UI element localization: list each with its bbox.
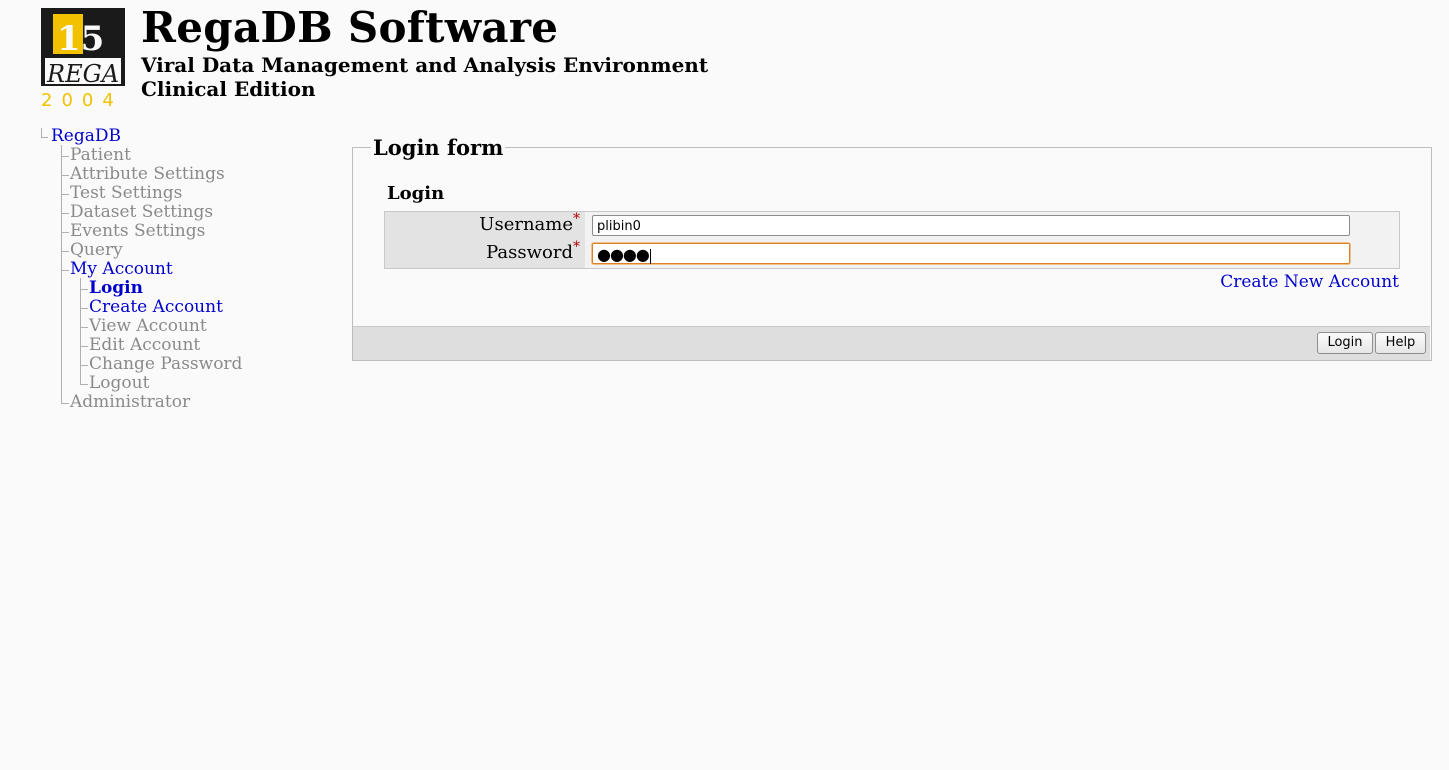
nav-logout: Logout — [89, 373, 150, 393]
nav-attribute-settings: Attribute Settings — [70, 164, 225, 184]
username-field[interactable]: plibin0 — [592, 215, 1350, 236]
nav-test-settings: Test Settings — [70, 183, 183, 203]
nav-create-account[interactable]: Create Account — [89, 298, 223, 317]
username-label: Username* — [479, 211, 580, 235]
nav-regadb[interactable]: RegaDB — [51, 127, 121, 146]
tree-connector — [80, 278, 81, 385]
tree-connector — [61, 403, 69, 404]
logo-year: 2004 — [41, 90, 123, 110]
password-label-text: Password — [486, 242, 573, 263]
password-label: Password* — [486, 239, 580, 263]
nav-dataset-settings: Dataset Settings — [70, 202, 214, 222]
tree-connector — [61, 251, 69, 252]
tree-connector — [61, 194, 69, 195]
password-masked-value: ●●●● — [597, 245, 650, 264]
password-field[interactable]: ●●●● — [592, 243, 1350, 264]
tree-connector — [61, 213, 69, 214]
nav-my-account[interactable]: My Account — [70, 260, 173, 279]
login-button[interactable]: Login — [1317, 332, 1373, 354]
tree-connector — [61, 270, 69, 271]
app-subtitle: Viral Data Management and Analysis Envir… — [141, 53, 709, 77]
logo-text: REGA — [46, 60, 119, 88]
tree-connector — [80, 365, 88, 366]
nav-login[interactable]: Login — [89, 279, 143, 298]
nav-edit-account: Edit Account — [89, 335, 201, 355]
username-value: plibin0 — [597, 219, 641, 234]
username-required-marker: * — [573, 211, 580, 227]
login-label-column: Username* Password* — [385, 212, 585, 268]
login-form-legend: Login form — [371, 135, 506, 160]
rega-logo: 15 REGA 2004 — [41, 8, 125, 110]
tree-connector — [41, 137, 48, 138]
nav-events-settings: Events Settings — [70, 221, 206, 241]
tree-connector — [80, 384, 88, 385]
logo-number: 15 — [57, 19, 104, 59]
create-new-account-link[interactable]: Create New Account — [1220, 272, 1399, 292]
app-title: RegaDB Software — [141, 3, 559, 52]
tree-connector — [61, 232, 69, 233]
nav-change-password: Change Password — [89, 354, 243, 374]
nav-query: Query — [70, 240, 123, 260]
form-button-bar — [353, 326, 1430, 360]
tree-connector — [80, 327, 88, 328]
tree-connector — [80, 346, 88, 347]
tree-connector — [61, 145, 62, 404]
username-label-text: Username — [479, 214, 573, 235]
nav-view-account: View Account — [89, 316, 207, 336]
tree-connector — [80, 289, 88, 290]
app-edition: Clinical Edition — [141, 77, 316, 101]
tree-connector — [61, 175, 69, 176]
login-section-title: Login — [387, 183, 445, 204]
tree-connector — [80, 308, 88, 309]
text-caret — [649, 249, 651, 264]
nav-administrator: Administrator — [70, 392, 191, 412]
tree-connector — [61, 156, 69, 157]
password-required-marker: * — [573, 239, 580, 255]
nav-patient: Patient — [70, 145, 131, 165]
help-button[interactable]: Help — [1375, 332, 1426, 354]
